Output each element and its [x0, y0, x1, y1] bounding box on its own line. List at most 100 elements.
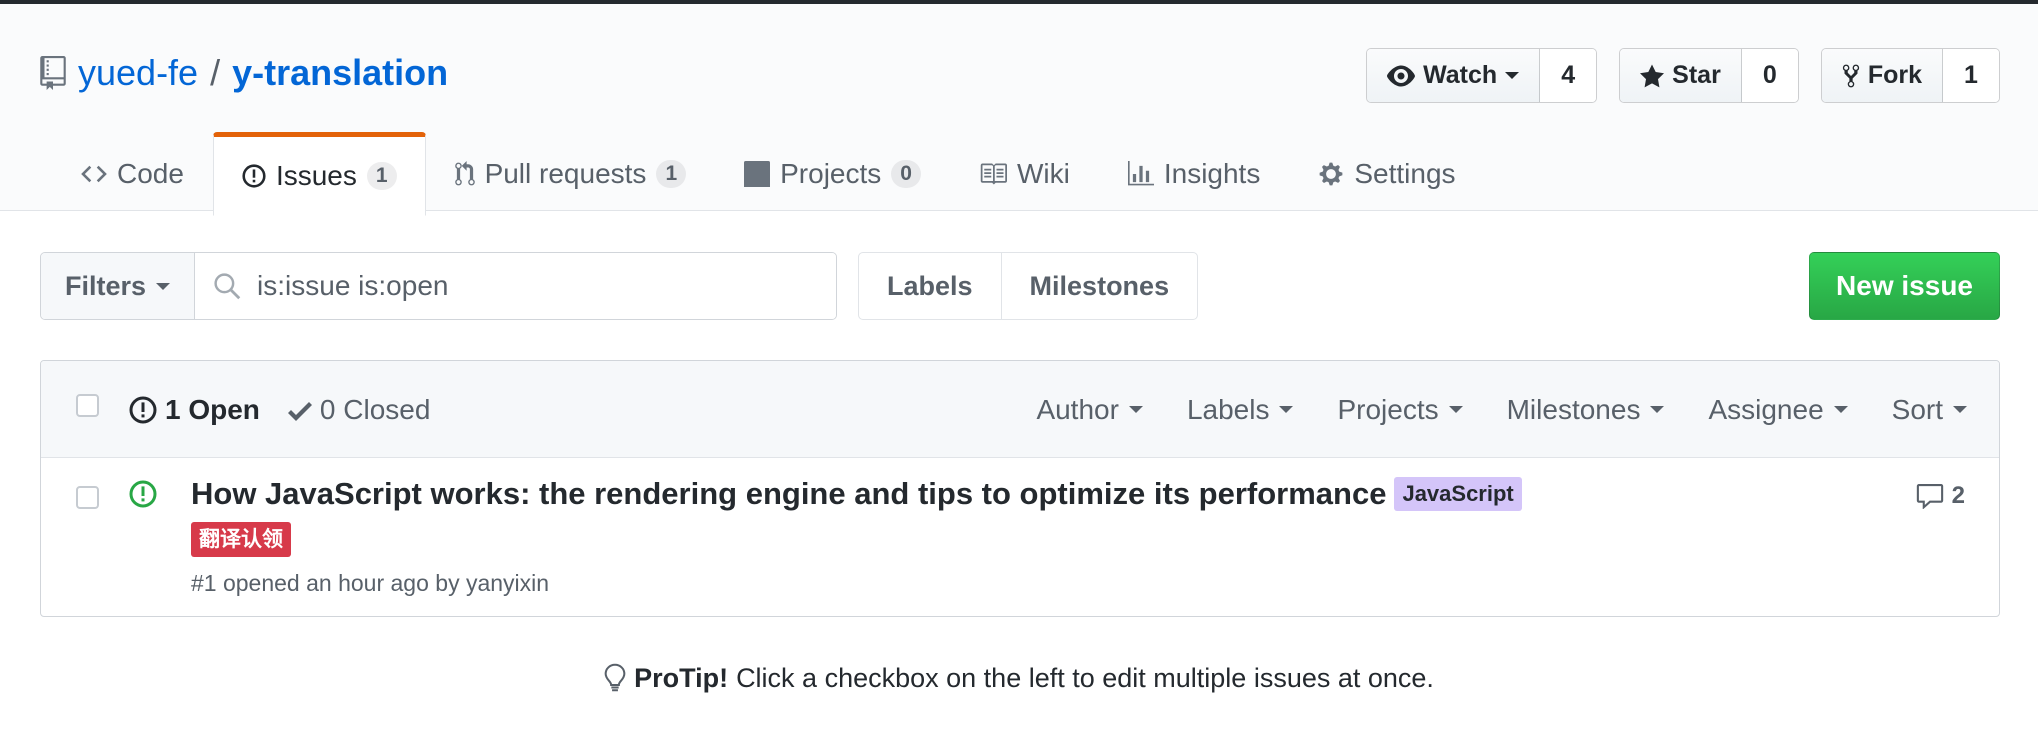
tab-settings[interactable]: Settings [1289, 132, 1484, 216]
issue-opened-icon [242, 164, 266, 188]
tab-insights[interactable]: Insights [1099, 132, 1290, 216]
chevron-down-icon [1650, 406, 1665, 413]
milestones-link[interactable]: Milestones [1000, 253, 1198, 319]
tab-pull-requests[interactable]: Pull requests 1 [426, 132, 716, 216]
tab-projects-label: Projects [780, 158, 882, 189]
comment-icon [1916, 484, 1943, 509]
issue-title-line: How JavaScript works: the rendering engi… [191, 476, 1522, 512]
issues-search-input[interactable]: is:issue is:open [195, 253, 836, 319]
project-icon [744, 161, 771, 187]
repo-separator: / [210, 52, 221, 93]
book-icon [980, 163, 1007, 185]
repo-owner-link[interactable]: yued-fe [78, 52, 198, 94]
chevron-down-icon [1128, 406, 1143, 413]
issue-opened-icon [129, 480, 157, 508]
graph-icon [1127, 161, 1154, 186]
tab-insights-label: Insights [1163, 158, 1261, 189]
search-icon [214, 273, 241, 300]
light-bulb-icon [604, 663, 626, 692]
repo-icon [40, 56, 66, 90]
star-group: Star 0 [1619, 48, 1799, 103]
issues-subnav: Filters is:issue is:open Labels Mileston… [40, 252, 2000, 320]
chevron-down-icon [156, 282, 171, 290]
author-filter-label: Author [1036, 393, 1119, 425]
star-icon [1640, 64, 1665, 87]
tab-issues-counter: 1 [366, 162, 397, 190]
repo-header: yued-fe / y-translation Watch 4 Star 0 F… [0, 4, 2038, 216]
issue-meta: #1 opened an hour ago by yanyixin [191, 570, 550, 596]
select-all-checkbox[interactable] [76, 394, 99, 417]
tab-issues[interactable]: Issues 1 [212, 132, 426, 216]
filters-label: Filters [65, 270, 147, 301]
tab-projects[interactable]: Projects 0 [715, 132, 950, 216]
watch-button[interactable]: Watch [1367, 49, 1541, 102]
issue-title-link[interactable]: How JavaScript works: the rendering engi… [191, 476, 1386, 512]
tab-code-label: Code [117, 158, 184, 189]
search-value: is:issue is:open [257, 270, 449, 301]
repo-title: yued-fe / y-translation [40, 50, 448, 96]
author-filter[interactable]: Author [1036, 394, 1143, 426]
issue-label-javascript[interactable]: JavaScript [1394, 477, 1522, 511]
fork-button[interactable]: Fork [1821, 49, 1943, 102]
issue-comments-link[interactable]: 2 [1916, 482, 1965, 510]
watch-group: Watch 4 [1366, 48, 1598, 103]
tab-wiki-label: Wiki [1016, 158, 1070, 189]
fork-label: Fork [1867, 61, 1922, 89]
tab-projects-counter: 0 [891, 160, 921, 188]
closed-issues-label: 0 Closed [319, 393, 431, 425]
issue-checkbox[interactable] [76, 486, 99, 509]
star-count[interactable]: 0 [1741, 49, 1798, 102]
tab-settings-label: Settings [1354, 158, 1456, 189]
star-button[interactable]: Star [1620, 49, 1742, 102]
repo-tabs: Code Issues 1 Pull requests 1 Projects 0… [52, 132, 1485, 216]
filters-search-group: Filters is:issue is:open [40, 252, 837, 320]
filters-button[interactable]: Filters [41, 253, 196, 319]
protip-text: Click a checkbox on the left to edit mul… [736, 662, 1434, 693]
labels-filter[interactable]: Labels [1187, 394, 1294, 426]
protip: ProTip! Click a checkbox on the left to … [0, 662, 2038, 694]
labels-milestones-nav: Labels Milestones [858, 252, 1199, 320]
issues-list: 1 Open 0 Closed Author Labels Projects M… [40, 360, 2000, 617]
closed-issues-link[interactable]: 0 Closed [287, 393, 431, 426]
issues-list-header: 1 Open 0 Closed Author Labels Projects M… [41, 361, 1999, 458]
eye-icon [1387, 65, 1416, 86]
milestones-filter-label: Milestones [1506, 393, 1641, 425]
issue-label-translation-claim[interactable]: 翻译认领 [191, 522, 291, 557]
protip-strong: ProTip! [634, 662, 729, 693]
labels-filter-label: Labels [1186, 393, 1270, 425]
repo-forked-icon [1842, 64, 1859, 87]
chevron-down-icon [1833, 406, 1848, 413]
git-pull-request-icon [454, 161, 475, 186]
chevron-down-icon [1279, 406, 1294, 413]
issue-comments-count: 2 [1951, 482, 1965, 509]
issues-header-filters: Author Labels Projects Milestones Assign… [1036, 361, 1967, 458]
sort-filter-label: Sort [1891, 393, 1943, 425]
code-icon [81, 165, 107, 183]
chevron-down-icon [1505, 72, 1520, 79]
assignee-filter-label: Assignee [1708, 393, 1824, 425]
assignee-filter[interactable]: Assignee [1708, 393, 1848, 426]
milestones-filter[interactable]: Milestones [1507, 394, 1665, 426]
new-issue-button[interactable]: New issue [1809, 252, 2000, 320]
tab-wiki[interactable]: Wiki [950, 132, 1099, 216]
open-issues-label: 1 Open [165, 393, 260, 425]
gear-icon [1319, 162, 1343, 186]
chevron-down-icon [1448, 406, 1463, 413]
projects-filter[interactable]: Projects [1337, 393, 1463, 426]
labels-link[interactable]: Labels [859, 253, 1001, 319]
chevron-down-icon [1953, 406, 1967, 413]
repo-name-link[interactable]: y-translation [232, 52, 448, 94]
tab-code[interactable]: Code [52, 132, 213, 216]
check-icon [287, 401, 312, 421]
fork-group: Fork 1 [1820, 48, 2000, 103]
tab-pull-requests-label: Pull requests [484, 158, 647, 189]
watch-label: Watch [1423, 61, 1498, 89]
issue-state-toggle: 1 Open 0 Closed [129, 361, 430, 458]
tab-issues-label: Issues [275, 160, 357, 191]
watch-count[interactable]: 4 [1540, 49, 1597, 102]
projects-filter-label: Projects [1337, 393, 1439, 425]
sort-filter[interactable]: Sort [1892, 394, 1967, 426]
fork-count[interactable]: 1 [1943, 49, 1999, 102]
star-label: Star [1672, 61, 1721, 89]
open-issues-link[interactable]: 1 Open [129, 394, 260, 426]
